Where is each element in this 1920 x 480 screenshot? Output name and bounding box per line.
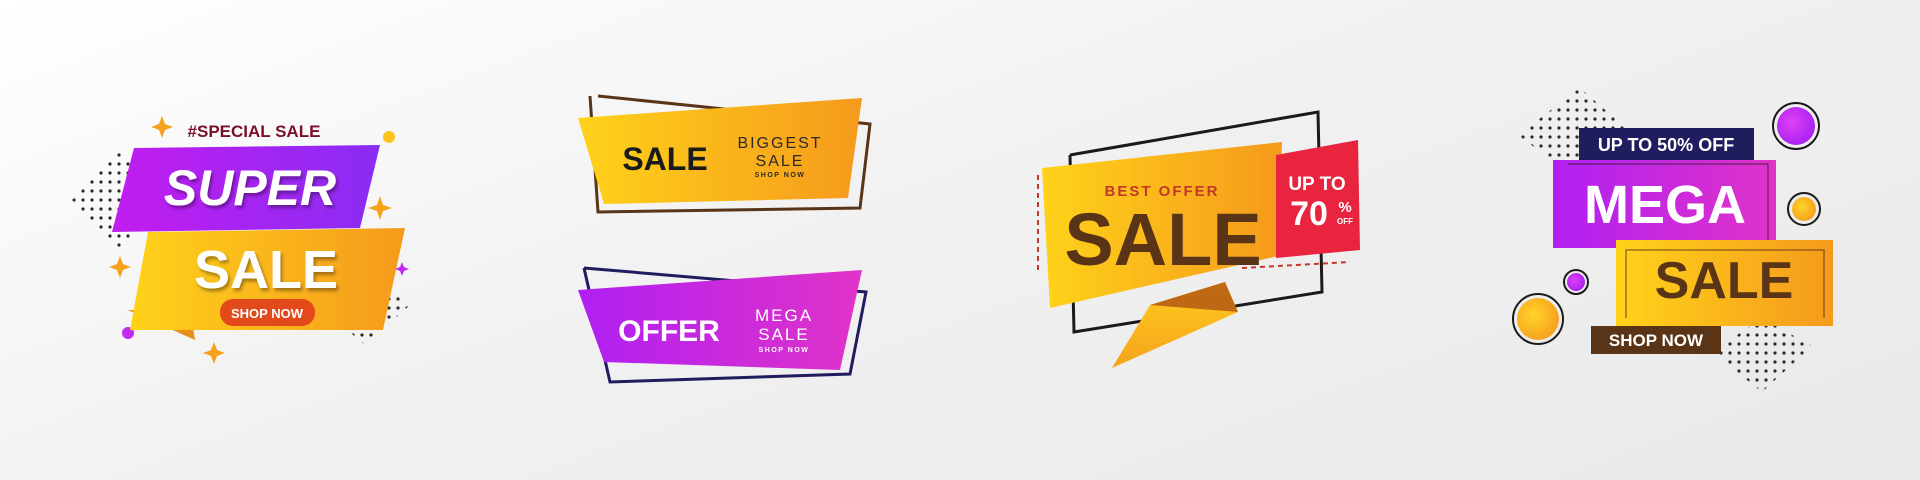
dot-pattern-bottom [1712,318,1812,392]
super-heading: SUPER [164,160,336,216]
circle-decoration [1517,298,1559,340]
banner-super-sale: #SPECIAL SALE SUPER SALE SHOP NOW [72,116,410,364]
sparkle-icon [109,256,131,278]
sale-banners-canvas: #SPECIAL SALE SUPER SALE SHOP NOW SALE B… [72,88,1833,392]
circle-decoration [1777,107,1815,145]
mega-heading: MEGA [1584,175,1746,235]
sale-heading: SALE [1064,198,1261,281]
sale-heading: SALE [194,240,338,300]
sparkle-icon [368,196,392,220]
up-to-label: UP TO [1288,174,1345,195]
sale-sub-label: SALE [758,325,809,344]
discount-value: 70 [1290,195,1328,233]
banner-offer: OFFER MEGA SALE SHOP NOW [578,266,868,384]
dot-icon [383,131,395,143]
offer-heading: OFFER [618,315,720,348]
sparkle-icon [203,342,225,364]
special-sale-tag: #SPECIAL SALE [188,122,321,141]
off-label: OFF [1337,217,1353,226]
percent-sign: % [1338,199,1351,216]
sale-sub-label: SALE [756,153,805,170]
shop-now-label: SHOP NOW [231,306,304,321]
circle-decoration [1792,197,1816,221]
banner-best-offer: BEST OFFER SALE UP TO 70 % OFF [1037,110,1360,368]
circle-decoration [1567,273,1585,291]
banner-biggest-sale: SALE BIGGEST SALE SHOP NOW [578,94,872,214]
sparkle-icon [151,116,173,138]
biggest-label: BIGGEST [737,135,822,152]
sale-heading: SALE [1655,252,1794,310]
shop-now-label: SHOP NOW [1609,331,1704,350]
shop-now-label[interactable]: SHOP NOW [755,172,806,179]
sale-heading: SALE [622,141,707,177]
banner-mega-sale: UP TO 50% OFF MEGA SALE SHOP NOW [1512,88,1833,392]
shop-now-label[interactable]: SHOP NOW [759,347,810,354]
mega-label: MEGA [755,306,813,325]
discount-tag-label: UP TO 50% OFF [1598,135,1734,155]
